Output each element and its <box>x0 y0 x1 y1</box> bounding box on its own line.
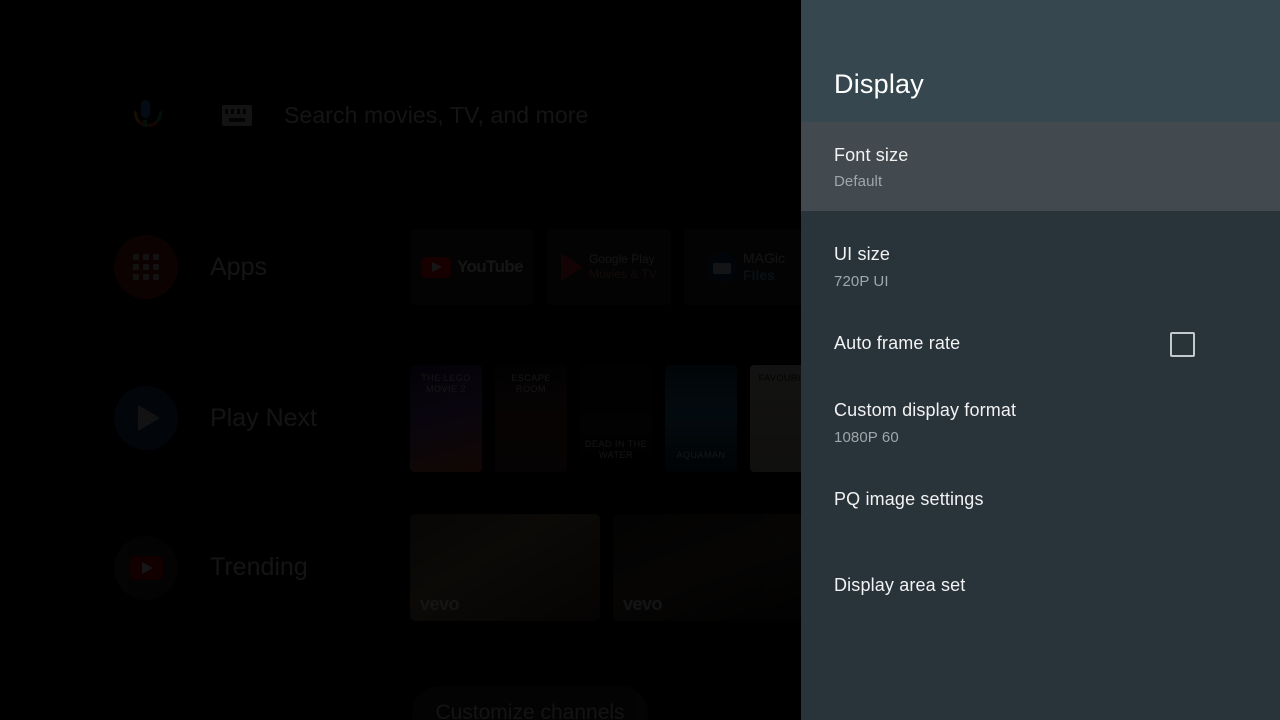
poster-title: Escape Room <box>511 372 551 394</box>
setting-item-display-area-set[interactable]: Display area set <box>801 553 1280 619</box>
row-label-trending: Trending <box>210 553 308 581</box>
search-input-placeholder[interactable]: Search movies, TV, and more <box>284 102 588 129</box>
vevo-watermark: vevo <box>623 594 663 614</box>
display-settings-panel: Display Font size Default UI size 720P U… <box>801 0 1280 720</box>
row-label-play-next: Play Next <box>210 403 317 432</box>
setting-label: Font size <box>834 144 909 165</box>
app-label-youtube: YouTube <box>457 257 524 276</box>
keyboard-icon[interactable] <box>222 104 252 126</box>
panel-header: Display <box>801 0 1280 122</box>
row-header-trending[interactable]: Trending <box>0 535 410 600</box>
customize-channels-label: Customize channels <box>435 701 625 720</box>
setting-label: UI size <box>834 244 891 265</box>
poster-aquaman[interactable]: Aquaman <box>665 364 737 472</box>
play-triangle-icon[interactable] <box>114 386 178 450</box>
launcher-background-scrim: Search movies, TV, and more Apps YouTube <box>0 0 801 720</box>
customize-channels-button[interactable]: Customize channels <box>412 686 648 720</box>
app-tile-magic-files[interactable]: MAGic Files <box>684 229 801 305</box>
row-label-apps: Apps <box>210 252 267 281</box>
auto-frame-rate-checkbox[interactable] <box>1170 331 1195 357</box>
vevo-watermark: vevo <box>420 594 460 614</box>
google-play-icon <box>561 253 584 281</box>
poster-escape-room[interactable]: Escape Room <box>495 364 567 472</box>
app-label-magic-line1: MAGic <box>743 250 785 267</box>
setting-value: Default <box>834 173 883 191</box>
app-label-magic-line2: Files <box>743 267 775 283</box>
settings-list: Font size Default UI size 720P UI Auto f… <box>801 122 1280 619</box>
row-header-play-next[interactable]: Play Next <box>0 386 410 450</box>
setting-label: Auto frame rate <box>834 333 961 354</box>
play-next-poster-list: The Lego Movie 2 Escape Room Dead in the… <box>410 364 801 472</box>
microphone-icon[interactable] <box>128 96 162 134</box>
channel-row-play-next: Play Next The Lego Movie 2 Escape Room D… <box>0 363 801 473</box>
app-label-google-play-line1: Google Play <box>589 252 655 266</box>
setting-label: PQ image settings <box>834 489 984 510</box>
tv-launcher-screen: Search movies, TV, and more Apps YouTube <box>0 0 1280 720</box>
setting-item-font-size[interactable]: Font size Default <box>801 122 1280 211</box>
channel-row-trending: Trending vevo vevo <box>0 510 801 625</box>
trending-video-list: vevo vevo <box>410 514 801 621</box>
poster-lego-movie[interactable]: The Lego Movie 2 <box>410 364 482 472</box>
app-tile-google-play-movies[interactable]: Google Play Movies & TV <box>547 229 671 305</box>
poster-dead-in-the-water[interactable]: Dead in the Water <box>580 364 652 472</box>
search-bar[interactable]: Search movies, TV, and more <box>0 92 801 138</box>
app-tile-youtube[interactable]: YouTube <box>410 229 534 305</box>
poster-title: Favourite <box>758 372 801 383</box>
poster-title: Dead in the Water <box>584 439 648 461</box>
apps-tile-list: YouTube Google Play Movies & TV MAGic Fi… <box>410 229 801 305</box>
video-tile[interactable]: vevo <box>613 514 801 621</box>
setting-value: 1080P 60 <box>834 428 899 446</box>
setting-item-ui-size[interactable]: UI size 720P UI <box>801 233 1280 299</box>
video-tile[interactable]: vevo <box>410 514 600 621</box>
setting-item-custom-display-format[interactable]: Custom display format 1080P 60 <box>801 389 1280 455</box>
setting-value: 720P UI <box>834 272 889 290</box>
youtube-icon[interactable] <box>114 535 178 600</box>
poster-title: The Lego Movie 2 <box>421 372 471 394</box>
apps-grid-icon[interactable] <box>114 235 178 299</box>
setting-label: Display area set <box>834 575 966 596</box>
setting-item-pq-image-settings[interactable]: PQ image settings <box>801 467 1280 533</box>
poster-title: Aquaman <box>676 450 726 461</box>
app-label-google-play-line2: Movies & TV <box>589 267 657 281</box>
setting-item-auto-frame-rate[interactable]: Auto frame rate <box>801 311 1280 377</box>
youtube-icon <box>421 256 451 278</box>
setting-label: Custom display format <box>834 400 1017 421</box>
channel-row-apps: Apps YouTube Google Play Movies & TV MAG… <box>0 225 801 309</box>
poster-the-favourite[interactable]: Favourite <box>750 364 801 472</box>
row-header-apps[interactable]: Apps <box>0 235 410 299</box>
page-title: Display <box>834 69 924 99</box>
magic-files-icon <box>707 252 737 282</box>
